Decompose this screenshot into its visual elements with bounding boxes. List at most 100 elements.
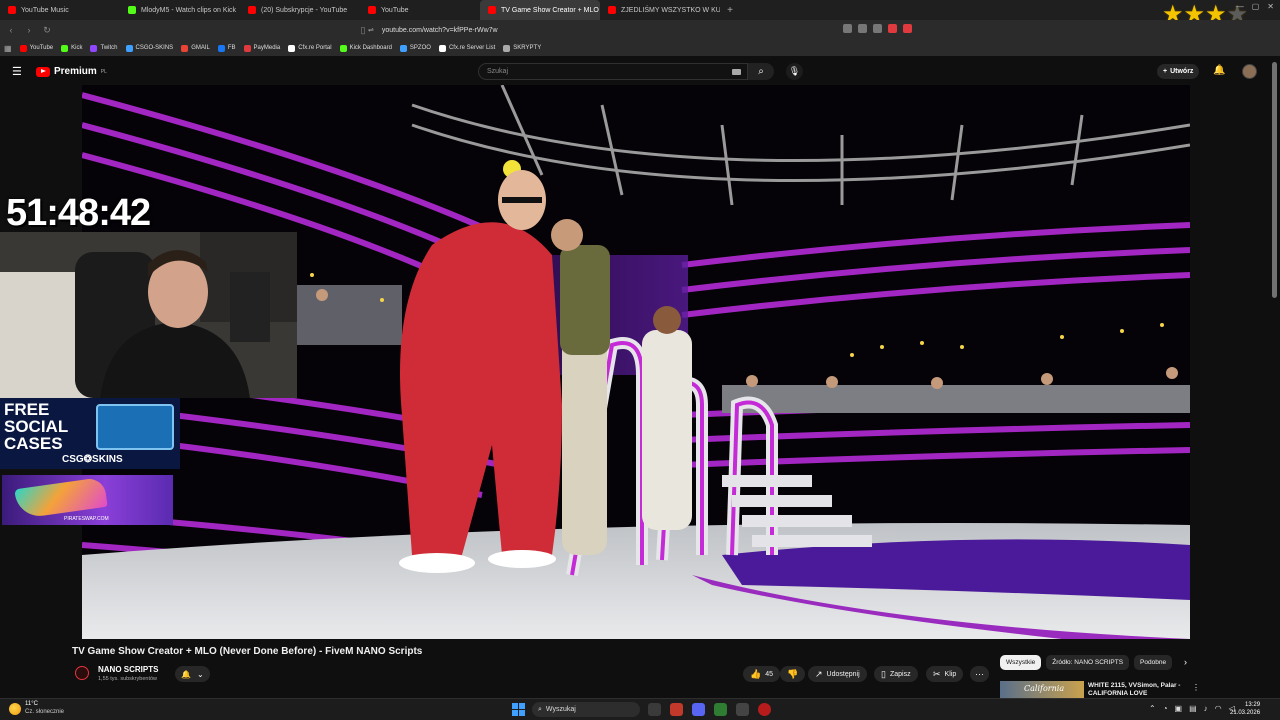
edit-icon[interactable] [873,24,882,33]
weather-temperature[interactable]: 11°C [25,701,38,707]
like-button[interactable]: 👍 45 [743,666,781,682]
shield-extension-icon[interactable] [888,24,897,33]
browser-tab[interactable]: MlodyM5 - Watch clips on Kick [120,0,240,20]
share-icon[interactable] [858,24,867,33]
windows-start-icon[interactable] [512,703,525,716]
browser-tab[interactable]: YouTube Music [0,0,120,20]
bookmark-favicon-icon [339,44,347,52]
bookmark-label: SKRYPTY [513,45,542,51]
forward-icon[interactable]: › [22,25,36,35]
more-horizontal-icon: ⋯ [975,668,984,679]
csgo-skins-promo[interactable]: FREE SOCIAL CASES CSG❂SKINS [0,398,180,469]
recommended-video-title[interactable]: WHITE 2115, VVSimon, Palar - CALIFORNIA … [1088,682,1188,698]
weather-description[interactable]: Cz. słonecznie [25,709,64,715]
mic-tray-icon[interactable]: ♪ [1204,704,1208,713]
channel-avatar[interactable] [75,666,89,680]
bookmark-item[interactable]: SPZOO [399,44,431,52]
minimize-icon[interactable]: — [1236,2,1244,11]
tray-chevron-up-icon[interactable]: ⌃ [1149,704,1156,713]
bookmark-item[interactable]: CSGO-SKINS [125,44,173,52]
dislike-button[interactable]: 👎 [780,666,806,682]
reload-icon[interactable]: ↻ [40,25,54,36]
bookmark-item[interactable]: Kick Dashboard [339,44,392,52]
bookmark-favicon-icon [503,44,511,52]
browser-tab[interactable]: (20) Subskrypcje - YouTube [240,0,360,20]
notifications-bell-icon[interactable]: 🔔 [1213,65,1225,76]
bookmark-favicon-icon [90,44,98,52]
excel-app-icon[interactable] [714,703,727,716]
menu-icon[interactable]: ☰ [12,65,22,78]
browser-app-icon[interactable] [670,703,683,716]
bookmark-item[interactable]: PayMedia [243,44,281,52]
close-window-icon[interactable]: ✕ [1267,2,1274,11]
create-button[interactable]: + Utwórz [1157,64,1200,79]
avatar[interactable] [1242,64,1257,79]
clip-button[interactable]: ✂ Klip [926,666,964,682]
tray-app-icon-3[interactable]: ▤ [1189,704,1197,713]
page-scrollbar[interactable] [1272,62,1277,298]
bookmark-item[interactable]: Cfx.re Portal [288,44,332,52]
more-actions-button[interactable]: ⋯ [970,666,989,682]
chip-all[interactable]: Wszystkie [1000,655,1042,670]
back-icon[interactable]: ‹ [4,25,18,35]
chip-source[interactable]: Źródło: NANO SCRIPTS [1046,655,1130,670]
new-tab-icon[interactable]: + [720,5,740,16]
tab-favicon-icon [488,6,496,14]
system-clock[interactable]: 13:29 21.03.2026 [1230,701,1260,717]
subscribed-bell-button[interactable]: 🔔 ⌄ [175,666,210,682]
promo-text: FREE SOCIAL CASES [4,401,68,452]
more-vertical-icon[interactable]: ⋮ [1192,683,1200,692]
save-button[interactable]: ▯ Zapisz [874,666,918,682]
search-input[interactable]: Szukaj [478,63,748,80]
bookmark-favicon-icon [399,44,407,52]
maximize-icon[interactable]: ▢ [1252,2,1260,11]
promo-line-2: SOCIAL [4,417,69,436]
bookmark-item[interactable]: SKRYPTY [503,44,542,52]
share-button[interactable]: ↗ Udostępnij [808,666,867,682]
browser-tab[interactable]: YouTube [360,0,480,20]
chip-similar[interactable]: Podobne [1134,655,1173,670]
taskbar-search[interactable]: ⌕ Wyszukaj [532,702,640,717]
pirateswap-promo[interactable]: PIRATESWAP.COM [2,475,173,525]
screen-icon[interactable] [843,24,852,33]
bookmark-item[interactable]: FB [217,44,236,52]
rec-thumb-text: California [1024,684,1065,693]
promo-line-1: FREE [4,400,50,419]
address-bar: ‹ › ↻ ▯ ⇌ youtube.com/watch?v=kfPPe-rWw7… [0,20,1280,40]
webcam-overlay [0,232,297,398]
bookmark-item[interactable]: Twitch [90,44,118,52]
share-arrow-icon: ↗ [815,668,823,679]
bookmark-label: PayMedia [253,45,281,51]
tray-app-icon-2[interactable]: ▣ [1175,704,1183,713]
apps-grid-icon[interactable]: ▦ [4,44,12,53]
media-app-icon[interactable] [758,703,771,716]
keyboard-icon[interactable] [732,69,741,75]
weather-sun-icon[interactable] [9,703,21,715]
channel-name[interactable]: NANO SCRIPTS [98,665,158,674]
search-button[interactable]: ⌕ [748,63,774,80]
bookmark-item[interactable]: GMAIL [181,44,210,52]
mic-icon[interactable]: 🎙 [786,63,803,80]
bookmark-item[interactable]: Cfx.re Server List [438,44,495,52]
windows-taskbar: 11°C Cz. słonecznie ⌕ Wyszukaj ⌃ ◔ ▣ ▤ ♪… [0,698,1280,720]
channel-subscribers: 1,55 tys. subskrybentów [98,676,158,682]
alert-extension-icon[interactable] [903,24,912,33]
bookmark-item[interactable]: Kick [61,44,82,52]
site-info-icon[interactable]: ⇌ [368,26,374,34]
recommended-video-thumbnail[interactable]: California [1000,681,1084,699]
bookmark-label: YouTube [29,45,54,51]
browser-tab[interactable]: TV Game Show Creator + MLO✕ [480,0,600,20]
video-title: TV Game Show Creator + MLO (Never Done B… [72,646,423,657]
chevron-right-icon[interactable]: › [1184,657,1187,667]
xbox-app-icon[interactable] [736,703,749,716]
recommendation-chips: Wszystkie Źródło: NANO SCRIPTS Podobne [1000,655,1173,670]
discord-app-icon[interactable] [692,703,705,716]
bookmark-item[interactable]: YouTube [19,44,54,52]
url-field[interactable]: ⇌ youtube.com/watch?v=kfPPe-rWw7w [368,23,912,37]
wifi-icon[interactable]: ◠ [1215,704,1222,713]
task-view-icon[interactable] [648,703,661,716]
browser-tab[interactable]: ZJEDLIŚMY WSZYSTKO W KULINARN [600,0,720,20]
thumbs-up-icon: 👍 [750,668,762,679]
tray-app-icon[interactable]: ◔ [1163,704,1168,713]
youtube-logo[interactable]: Premium PL [36,66,107,77]
